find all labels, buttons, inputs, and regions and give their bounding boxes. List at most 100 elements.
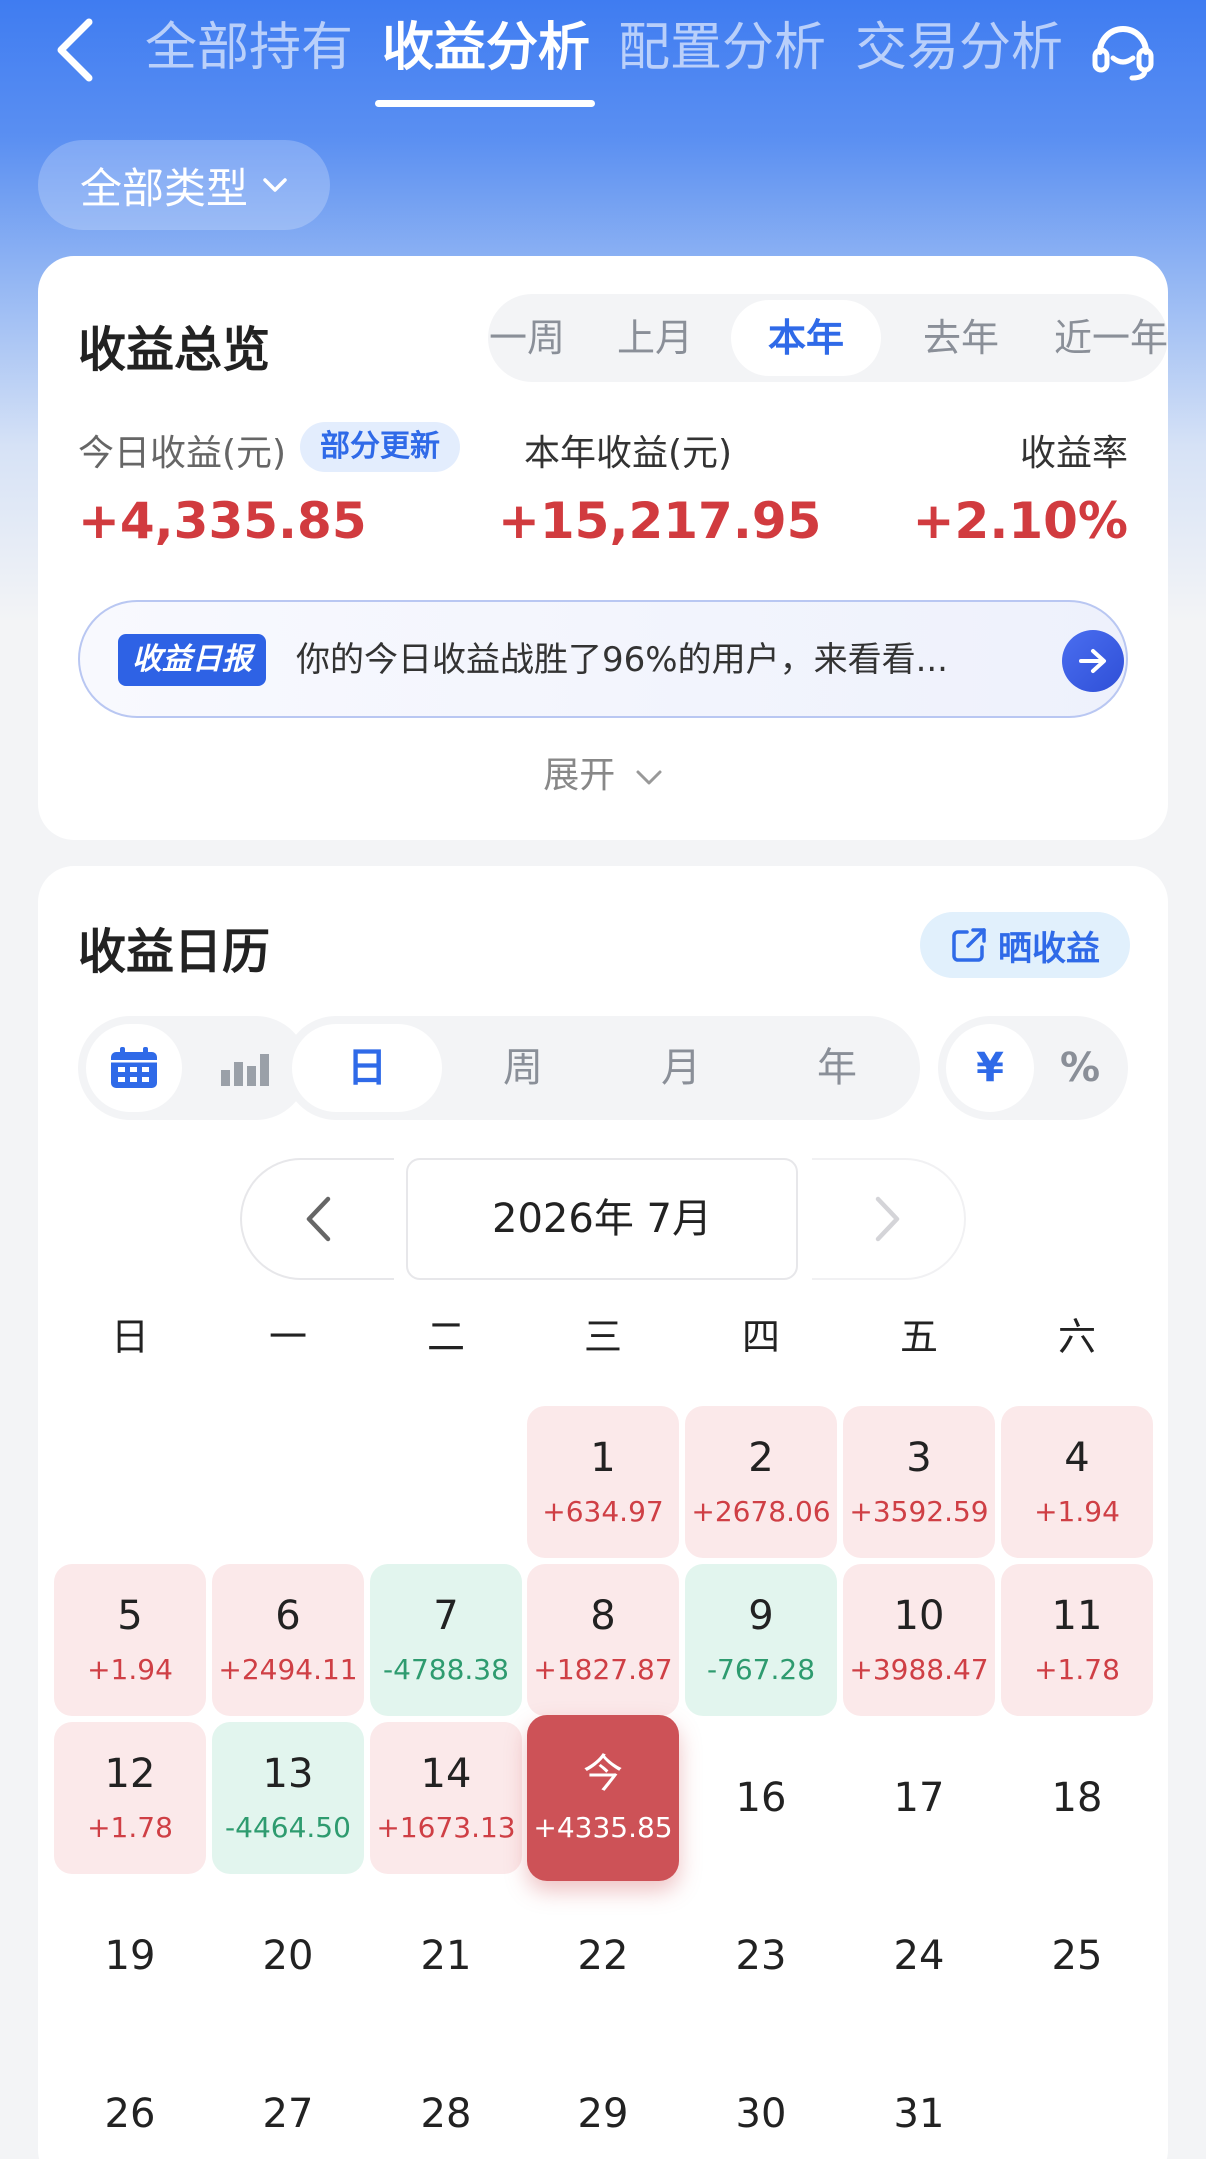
daily-report-banner[interactable]: 收益日报 你的今日收益战胜了96%的用户，来看看... bbox=[78, 600, 1128, 718]
calendar-day-number: 31 bbox=[893, 2091, 945, 2137]
expand-label: 展开 bbox=[543, 755, 616, 796]
calendar-day[interactable]: 27 bbox=[212, 2038, 364, 2159]
weekday-thu: 四 bbox=[741, 1315, 780, 1359]
share-income-button[interactable]: 晒收益 bbox=[920, 912, 1130, 978]
weekday-sat: 六 bbox=[1057, 1315, 1096, 1359]
chevron-left-icon bbox=[57, 18, 93, 82]
period-last-year[interactable]: 去年 bbox=[886, 300, 1036, 376]
calendar-day-number: 6 bbox=[275, 1593, 301, 1639]
calendar-day[interactable]: 17 bbox=[843, 1722, 995, 1874]
type-filter-dropdown[interactable]: 全部类型 bbox=[38, 140, 330, 230]
back-button[interactable] bbox=[40, 10, 110, 90]
weekday-wed: 三 bbox=[583, 1315, 622, 1359]
next-month-button[interactable] bbox=[812, 1158, 966, 1280]
tab-holdings[interactable]: 全部持有 bbox=[145, 8, 353, 88]
calendar-day[interactable]: 24 bbox=[843, 1880, 995, 2032]
chevron-right-icon bbox=[875, 1196, 900, 1242]
calendar-view-button[interactable] bbox=[86, 1024, 182, 1112]
period-last-month[interactable]: 上月 bbox=[580, 300, 730, 376]
calendar-day-number: 今 bbox=[583, 1751, 623, 1797]
calendar-day[interactable]: 30 bbox=[685, 2038, 837, 2159]
calendar-day-number: 18 bbox=[1051, 1775, 1103, 1821]
calendar-day-number: 7 bbox=[433, 1593, 459, 1639]
calendar-day[interactable]: 22 bbox=[527, 1880, 679, 2032]
calendar-day[interactable]: 26 bbox=[54, 2038, 206, 2159]
tab-income-analysis[interactable]: 收益分析 bbox=[382, 8, 590, 88]
calendar-day[interactable]: 16 bbox=[685, 1722, 837, 1874]
granularity-month[interactable]: 月 bbox=[606, 1024, 756, 1112]
calendar-day[interactable]: 20 bbox=[212, 1880, 364, 2032]
arrow-right-icon bbox=[1079, 649, 1106, 673]
tab-allocation-analysis[interactable]: 配置分析 bbox=[618, 8, 826, 88]
granularity-year[interactable]: 年 bbox=[762, 1024, 912, 1112]
calendar-day[interactable]: 29 bbox=[527, 2038, 679, 2159]
calendar-day[interactable]: 2 +2678.06 bbox=[685, 1406, 837, 1558]
calendar-day[interactable]: 14 +1673.13 bbox=[370, 1722, 522, 1874]
calendar-day[interactable]: 5 +1.94 bbox=[54, 1564, 206, 1716]
share-out-icon bbox=[952, 928, 986, 962]
calendar-day[interactable]: 1 +634.97 bbox=[527, 1406, 679, 1558]
calendar-day-number: 12 bbox=[104, 1751, 156, 1797]
calendar-day-number: 2 bbox=[748, 1435, 774, 1481]
calendar-day[interactable]: 7 -4788.38 bbox=[370, 1564, 522, 1716]
calendar-day[interactable]: 21 bbox=[370, 1880, 522, 2032]
calendar-day-amount: +1.78 bbox=[1034, 1653, 1120, 1686]
calendar-day[interactable]: 9 -767.28 bbox=[685, 1564, 837, 1716]
calendar-day-number: 25 bbox=[1051, 1933, 1103, 1979]
calendar-day[interactable]: 4 +1.94 bbox=[1001, 1406, 1153, 1558]
calendar-day-amount: +1.94 bbox=[87, 1653, 173, 1686]
view-mode-toggle bbox=[78, 1016, 308, 1120]
calendar-day[interactable]: 19 bbox=[54, 1880, 206, 2032]
calendar-day-today[interactable]: 今 +4335.85 bbox=[527, 1715, 679, 1881]
calendar-day[interactable]: 31 bbox=[843, 2038, 995, 2159]
report-arrow-button[interactable] bbox=[1062, 630, 1124, 692]
calendar-day[interactable]: 28 bbox=[370, 2038, 522, 2159]
granularity-day[interactable]: 日 bbox=[292, 1024, 442, 1112]
weekday-tue: 二 bbox=[426, 1315, 465, 1359]
previous-month-button[interactable] bbox=[240, 1158, 394, 1280]
tab-trade-analysis[interactable]: 交易分析 bbox=[855, 8, 1063, 88]
calendar-day-amount: +1673.13 bbox=[376, 1811, 516, 1844]
chevron-down-icon bbox=[636, 770, 662, 785]
unit-yuan[interactable]: ¥ bbox=[946, 1024, 1034, 1112]
calendar-day-number: 22 bbox=[577, 1933, 629, 1979]
calendar-day-amount: +2678.06 bbox=[691, 1495, 831, 1528]
calendar-day-number: 26 bbox=[104, 2091, 156, 2137]
calendar-day[interactable]: 23 bbox=[685, 1880, 837, 2032]
calendar-day[interactable]: 10 +3988.47 bbox=[843, 1564, 995, 1716]
calendar-day-number: 27 bbox=[262, 2091, 314, 2137]
calendar-day[interactable]: 18 bbox=[1001, 1722, 1153, 1874]
income-calendar-card: 收益日历 晒收益 日 周 月 年 ¥ % 2026年 7月 日 一 二 三 四 … bbox=[38, 866, 1168, 2159]
weekday-sun: 日 bbox=[110, 1315, 149, 1359]
calendar-day-number: 29 bbox=[577, 2091, 629, 2137]
calendar-day[interactable]: 6 +2494.11 bbox=[212, 1564, 364, 1716]
period-recent-year[interactable]: 近一年 bbox=[1054, 300, 1168, 376]
calendar-title: 收益日历 bbox=[78, 924, 271, 980]
calendar-day[interactable]: 25 bbox=[1001, 1880, 1153, 2032]
calendar-day-amount: +1.94 bbox=[1034, 1495, 1120, 1528]
calendar-day-number: 13 bbox=[262, 1751, 314, 1797]
today-income-label: 今日收益(元) bbox=[78, 433, 287, 474]
unit-percent[interactable]: % bbox=[1038, 1024, 1122, 1112]
expand-toggle[interactable]: 展开 bbox=[38, 746, 1168, 798]
calendar-day[interactable]: 13 -4464.50 bbox=[212, 1722, 364, 1874]
calendar-day-number: 1 bbox=[590, 1435, 616, 1481]
calendar-day-number: 28 bbox=[420, 2091, 472, 2137]
calendar-day[interactable]: 11 +1.78 bbox=[1001, 1564, 1153, 1716]
active-tab-indicator bbox=[375, 100, 595, 107]
calendar-day[interactable]: 12 +1.78 bbox=[54, 1722, 206, 1874]
calendar-day-amount: +1827.87 bbox=[533, 1653, 673, 1686]
weekday-header: 日 一 二 三 四 五 六 bbox=[38, 1306, 1168, 1376]
customer-service-button[interactable] bbox=[1088, 14, 1158, 84]
calendar-day-number: 9 bbox=[748, 1593, 774, 1639]
calendar-day[interactable]: 8 +1827.87 bbox=[527, 1564, 679, 1716]
granularity-week[interactable]: 周 bbox=[448, 1024, 598, 1112]
calendar-day-number: 5 bbox=[117, 1593, 143, 1639]
calendar-day[interactable]: 3 +3592.59 bbox=[843, 1406, 995, 1558]
current-month-label[interactable]: 2026年 7月 bbox=[406, 1158, 798, 1280]
period-this-year[interactable]: 本年 bbox=[731, 300, 881, 376]
calendar-day-amount: -767.28 bbox=[706, 1653, 816, 1686]
bar-chart-icon bbox=[221, 1054, 269, 1086]
calendar-day-number: 14 bbox=[420, 1751, 472, 1797]
period-last-week[interactable]: 近一周 bbox=[488, 300, 583, 376]
